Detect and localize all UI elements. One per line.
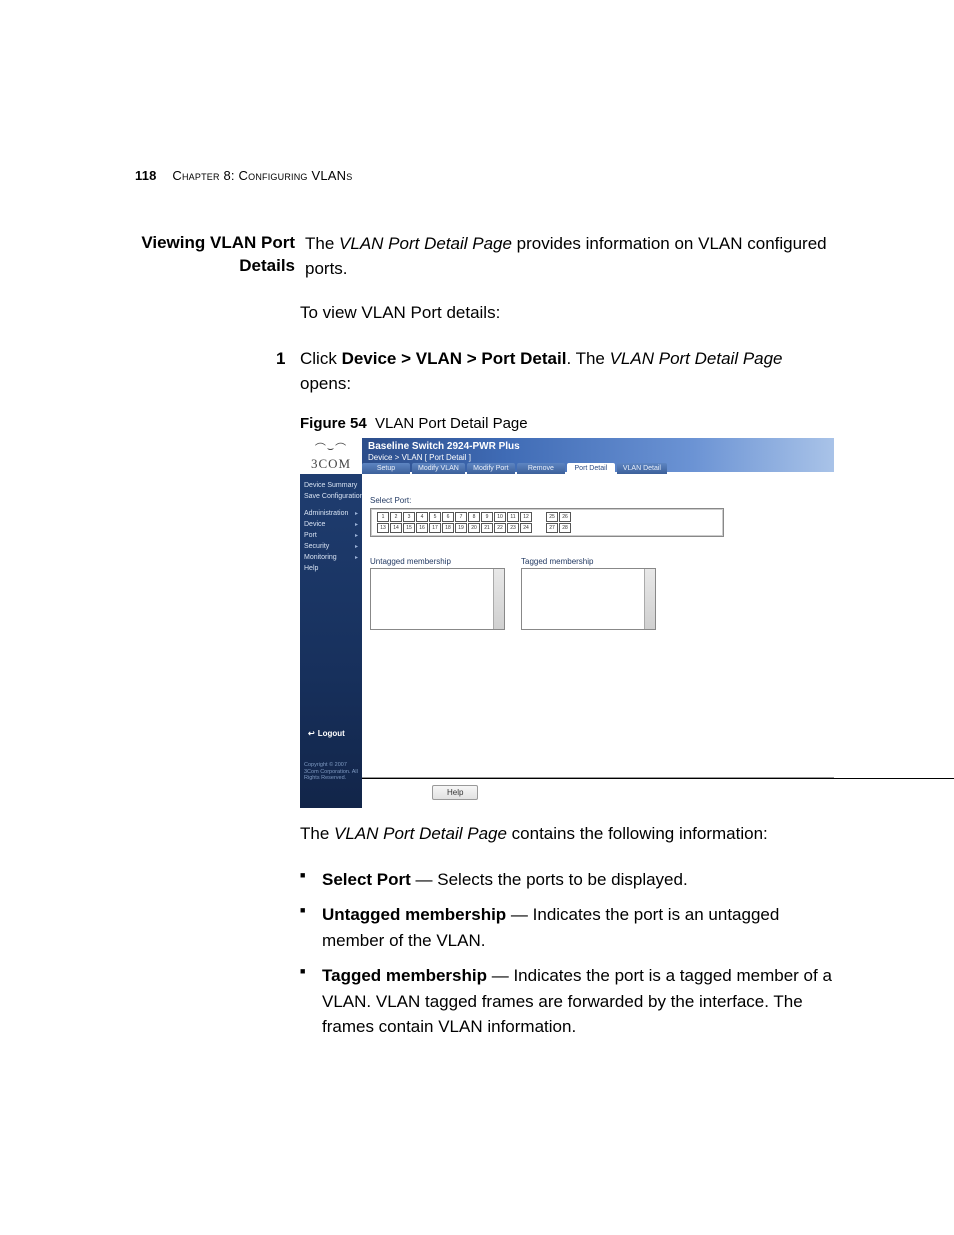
tab-modify-port[interactable]: Modify Port xyxy=(467,463,515,474)
tab-remove[interactable]: Remove xyxy=(517,463,565,474)
sidebar-item-security[interactable]: Security xyxy=(304,541,358,552)
field-term: Untagged membership xyxy=(322,905,506,924)
figure-image: ⌒⌣⌒ 3COM Baseline Switch 2924-PWR Plus D… xyxy=(300,438,834,808)
port-24[interactable]: 24 xyxy=(520,523,532,533)
port-17[interactable]: 17 xyxy=(429,523,441,533)
page: 118 Chapter 8: Configuring VLANs Viewing… xyxy=(0,0,954,1235)
port-28[interactable]: 28 xyxy=(559,523,571,533)
text: opens: xyxy=(300,374,351,393)
sidebar-item-device-summary[interactable]: Device Summary xyxy=(304,480,358,491)
port-4[interactable]: 4 xyxy=(416,512,428,522)
section-heading: Viewing VLAN Port Details xyxy=(135,232,305,278)
section-heading-line2: Details xyxy=(239,256,295,275)
port-grid-1-12: 1 2 3 4 5 6 7 8 9 10 11 xyxy=(377,512,532,533)
text: . The xyxy=(566,349,609,368)
port-19[interactable]: 19 xyxy=(455,523,467,533)
port-grid-25-28: 25 26 27 28 xyxy=(546,512,571,533)
field-term: Select Port xyxy=(322,870,411,889)
text: The xyxy=(305,234,339,253)
port-12[interactable]: 12 xyxy=(520,512,532,522)
port-16[interactable]: 16 xyxy=(416,523,428,533)
port-5[interactable]: 5 xyxy=(429,512,441,522)
intro-paragraph: The VLAN Port Detail Page provides infor… xyxy=(305,232,834,281)
figure-caption: Figure 54 VLAN Port Detail Page xyxy=(300,415,834,432)
field-desc: — Selects the ports to be displayed. xyxy=(411,870,688,889)
port-3[interactable]: 3 xyxy=(403,512,415,522)
step-1: 1 Click Device > VLAN > Port Detail. The… xyxy=(300,346,834,397)
port-23[interactable]: 23 xyxy=(507,523,519,533)
list-item: Select Port — Selects the ports to be di… xyxy=(300,867,834,893)
lead-in: To view VLAN Port details: xyxy=(300,301,834,326)
vendor-logo: ⌒⌣⌒ 3COM xyxy=(302,440,360,474)
port-11[interactable]: 11 xyxy=(507,512,519,522)
port-20[interactable]: 20 xyxy=(468,523,480,533)
page-name-emphasis: VLAN Port Detail Page xyxy=(610,349,783,368)
figure-label: Figure 54 xyxy=(300,415,367,432)
sidebar-item-help[interactable]: Help xyxy=(304,563,358,574)
port-6[interactable]: 6 xyxy=(442,512,454,522)
page-name-emphasis: VLAN Port Detail Page xyxy=(339,234,512,253)
chapter-title: Chapter 8: Configuring VLANs xyxy=(172,168,352,183)
port-10[interactable]: 10 xyxy=(494,512,506,522)
tab-vlan-detail[interactable]: VLAN Detail xyxy=(617,463,667,474)
port-22[interactable]: 22 xyxy=(494,523,506,533)
vendor-name: 3COM xyxy=(302,456,360,472)
text: contains the following information: xyxy=(507,824,768,843)
port-1[interactable]: 1 xyxy=(377,512,389,522)
post-figure-paragraph: The VLAN Port Detail Page contains the f… xyxy=(300,822,834,847)
menu-path: Device > VLAN > Port Detail xyxy=(342,349,567,368)
port-25[interactable]: 25 xyxy=(546,512,558,522)
content-area: Select Port: 1 2 3 4 5 6 7 8 xyxy=(362,476,834,780)
sidebar-item-port[interactable]: Port xyxy=(304,530,358,541)
page-number: 118 xyxy=(135,168,157,183)
sidebar-item-administration[interactable]: Administration xyxy=(304,508,358,519)
port-2[interactable]: 2 xyxy=(390,512,402,522)
tagged-label: Tagged membership xyxy=(521,557,656,566)
untagged-listbox[interactable] xyxy=(370,568,505,630)
help-button[interactable]: Help xyxy=(432,785,478,800)
select-port-label: Select Port: xyxy=(370,496,826,505)
port-21[interactable]: 21 xyxy=(481,523,493,533)
untagged-label: Untagged membership xyxy=(370,557,505,566)
port-8[interactable]: 8 xyxy=(468,512,480,522)
copyright-text: Copyright © 2007 3Com Corporation. All R… xyxy=(304,762,358,782)
port-selector: 1 2 3 4 5 6 7 8 9 10 11 xyxy=(370,508,724,537)
tab-bar: Setup Modify VLAN Modify Port Remove Por… xyxy=(362,463,667,474)
tagged-listbox[interactable] xyxy=(521,568,656,630)
breadcrumb: Device > VLAN [ Port Detail ] xyxy=(368,453,828,462)
logo-mark-icon: ⌒⌣⌒ xyxy=(302,440,360,456)
port-7[interactable]: 7 xyxy=(455,512,467,522)
bottom-bar: Help xyxy=(362,777,834,806)
sidebar-item-monitoring[interactable]: Monitoring xyxy=(304,552,358,563)
port-18[interactable]: 18 xyxy=(442,523,454,533)
list-item: Tagged membership — Indicates the port i… xyxy=(300,963,834,1040)
sidebar-item-device[interactable]: Device xyxy=(304,519,358,530)
page-name-emphasis: VLAN Port Detail Page xyxy=(334,824,507,843)
tab-setup[interactable]: Setup xyxy=(362,463,410,474)
sidebar-item-save-config[interactable]: Save Configuration xyxy=(304,491,358,502)
product-title: Baseline Switch 2924-PWR Plus xyxy=(368,441,828,452)
sidebar: Device Summary Save Configuration Admini… xyxy=(300,474,362,808)
field-term: Tagged membership xyxy=(322,966,487,985)
port-14[interactable]: 14 xyxy=(390,523,402,533)
text: The xyxy=(300,824,334,843)
section-heading-line1: Viewing VLAN Port xyxy=(141,233,295,252)
tab-modify-vlan[interactable]: Modify VLAN xyxy=(412,463,465,474)
figure-title: VLAN Port Detail Page xyxy=(375,415,528,432)
port-15[interactable]: 15 xyxy=(403,523,415,533)
running-header: 118 Chapter 8: Configuring VLANs xyxy=(135,168,352,183)
text: Click xyxy=(300,349,342,368)
port-27[interactable]: 27 xyxy=(546,523,558,533)
list-item: Untagged membership — Indicates the port… xyxy=(300,902,834,953)
field-list: Select Port — Selects the ports to be di… xyxy=(300,867,834,1040)
tab-port-detail[interactable]: Port Detail xyxy=(567,463,615,474)
port-9[interactable]: 9 xyxy=(481,512,493,522)
port-26[interactable]: 26 xyxy=(559,512,571,522)
logout-button[interactable]: Logout xyxy=(308,729,345,738)
step-number: 1 xyxy=(276,346,285,372)
port-13[interactable]: 13 xyxy=(377,523,389,533)
